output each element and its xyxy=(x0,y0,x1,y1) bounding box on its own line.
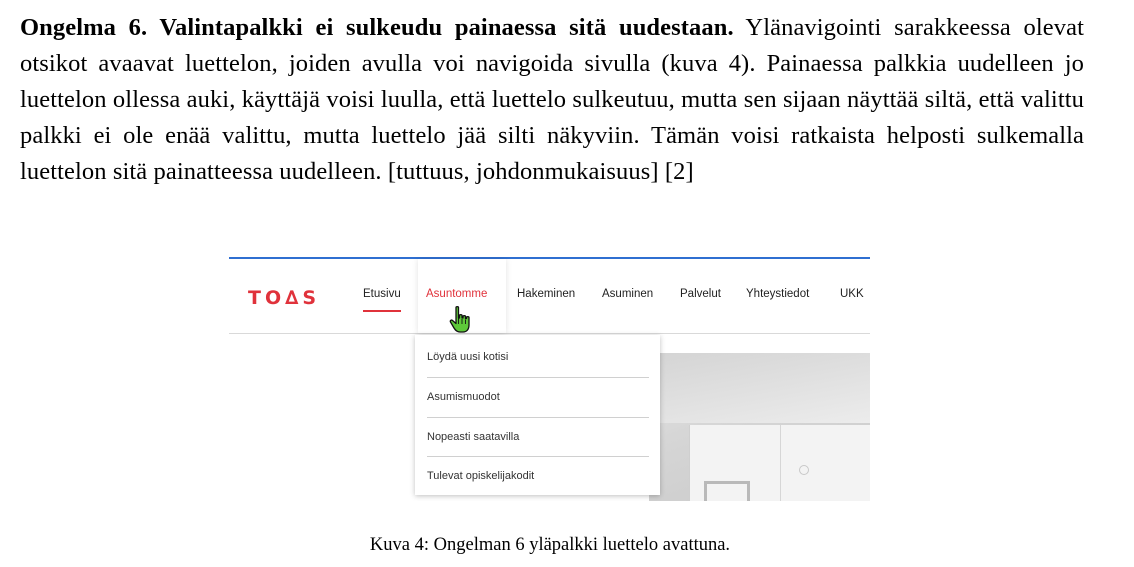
dropdown-item-tulevat-opiskelijakodit[interactable]: Tulevat opiskelijakodit xyxy=(427,470,649,482)
photo-knob xyxy=(799,465,809,475)
nav-item-asuntomme[interactable]: Asuntomme xyxy=(426,288,487,300)
photo-ceiling xyxy=(649,353,870,423)
toas-logo[interactable]: TO∆S xyxy=(248,287,320,309)
background-photo xyxy=(649,353,870,501)
body-paragraph: Ongelma 6. Valintapalkki ei sulkeudu pai… xyxy=(20,10,1084,190)
asuntomme-dropdown-menu: Löydä uusi kotisi Asumismuodot Nopeasti … xyxy=(415,335,660,495)
dropdown-divider xyxy=(427,377,649,378)
screenshot-figure: TO∆S Etusivu Asuntomme Hakeminen Asumine… xyxy=(229,257,870,501)
nav-item-yhteystiedot[interactable]: Yhteystiedot xyxy=(746,288,809,300)
dropdown-item-asumismuodot[interactable]: Asumismuodot xyxy=(427,391,649,403)
photo-doorframe xyxy=(704,481,750,501)
nav-item-hakeminen[interactable]: Hakeminen xyxy=(517,288,575,300)
problem-heading: Ongelma 6. Valintapalkki ei sulkeudu pai… xyxy=(20,14,734,41)
dropdown-item-nopeasti-saatavilla[interactable]: Nopeasti saatavilla xyxy=(427,431,649,443)
dropdown-divider xyxy=(427,417,649,418)
hand-pointer-icon xyxy=(449,305,470,333)
nav-item-ukk[interactable]: UKK xyxy=(840,288,864,300)
dropdown-divider xyxy=(427,456,649,457)
nav-item-palvelut[interactable]: Palvelut xyxy=(680,288,721,300)
figure-caption: Kuva 4: Ongelman 6 yläpalkki luettelo av… xyxy=(369,535,731,555)
dropdown-item-loyda-uusi-kotisi[interactable]: Löydä uusi kotisi xyxy=(427,351,649,363)
nav-item-asuminen[interactable]: Asuminen xyxy=(602,288,653,300)
nav-item-etusivu[interactable]: Etusivu xyxy=(363,288,401,312)
